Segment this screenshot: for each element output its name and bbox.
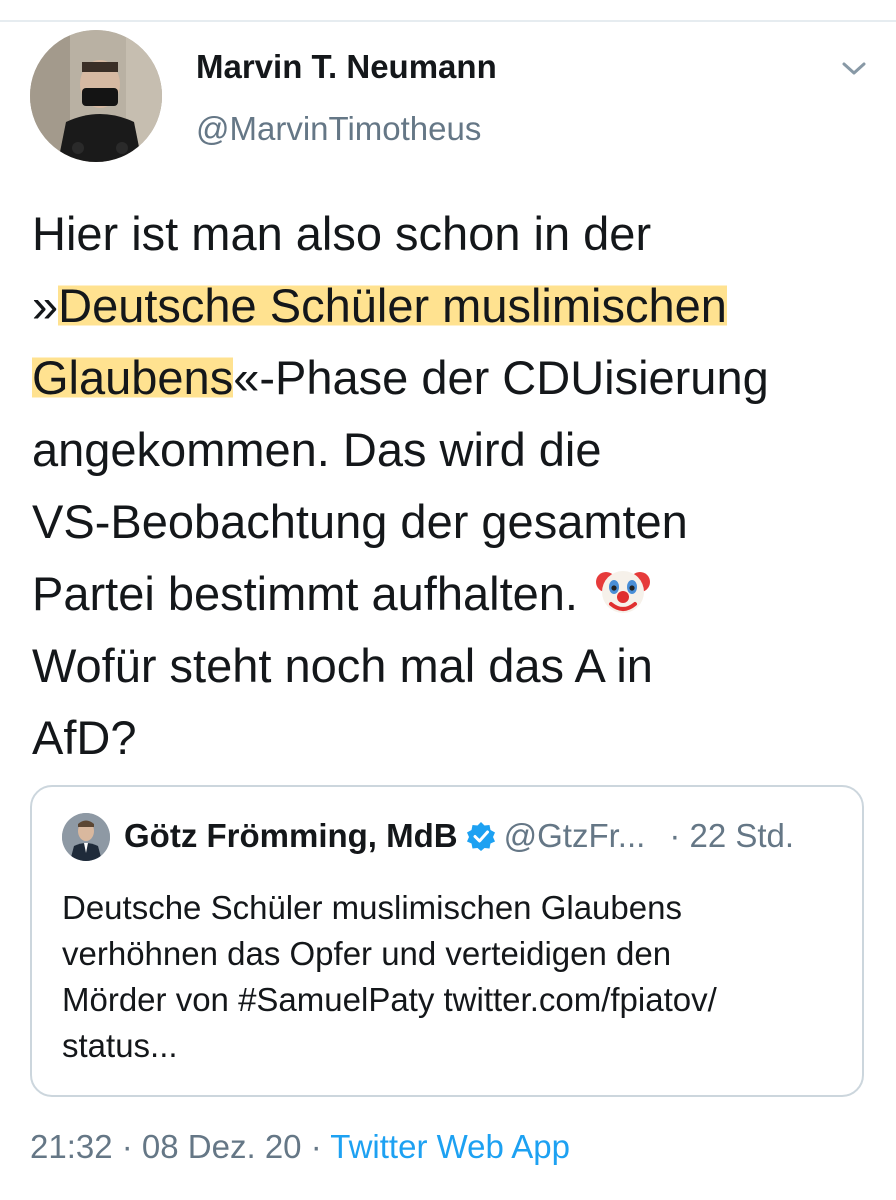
top-divider	[0, 20, 896, 22]
tweet-line: Hier ist man also schon in der	[32, 207, 652, 260]
tweet-line: AfD?	[32, 711, 137, 764]
clown-face-emoji-icon	[596, 571, 651, 613]
meta-separator: ·	[112, 1128, 142, 1165]
tweet-line: Glaubens«-Phase der CDUisierung	[32, 351, 769, 404]
author-handle[interactable]: @MarvinTimotheus	[196, 110, 481, 148]
quoted-author-handle[interactable]: @GtzFr...	[504, 817, 646, 855]
verified-badge-icon	[466, 822, 495, 851]
tweet-date[interactable]: 08 Dez. 20	[142, 1128, 302, 1165]
source-app-link[interactable]: Twitter Web App	[330, 1128, 570, 1165]
quoted-tweet-line: verhöhnen das Opfer und verteidigen den	[62, 935, 672, 972]
tweet-text: Hier ist man also schon in der »Deutsche…	[32, 198, 882, 774]
tweet-line: VS-Beobachtung der gesamten	[32, 495, 688, 548]
quoted-tweet-line: Mörder von #SamuelPaty twitter.com/fpiat…	[62, 981, 717, 1018]
quoted-tweet-line: Deutsche Schüler muslimischen Glaubens	[62, 889, 682, 926]
quoted-tweet-header: Götz Frömming, MdB @GtzFr... · 22 Std.	[124, 817, 794, 855]
quoted-tweet-line: status...	[62, 1027, 178, 1064]
quoted-author-avatar[interactable]	[62, 813, 110, 861]
avatar-photo-icon	[30, 30, 162, 162]
tweet-time[interactable]: 21:32	[30, 1128, 113, 1165]
tweet-line: angekommen. Das wird die	[32, 423, 602, 476]
quoted-tweet-text: Deutsche Schüler muslimischen Glaubens v…	[62, 885, 852, 1069]
tweet-line: Wofür steht noch mal das A in	[32, 639, 653, 692]
tweet-line: Partei bestimmt aufhalten.	[32, 558, 882, 630]
highlighted-phrase: Deutsche Schüler muslimischen	[58, 279, 727, 332]
chevron-down-icon	[842, 62, 866, 75]
tweet-line: »Deutsche Schüler muslimischen	[32, 279, 727, 332]
quoted-tweet-time[interactable]: · 22 Std.	[669, 817, 794, 855]
quoted-author-name[interactable]: Götz Frömming, MdB	[124, 817, 458, 855]
highlighted-phrase: Glaubens	[32, 351, 234, 404]
more-options-button[interactable]	[834, 52, 874, 86]
quoted-tweet-card[interactable]: Götz Frömming, MdB @GtzFr... · 22 Std. D…	[30, 785, 864, 1097]
avatar-photo-icon	[62, 813, 110, 861]
author-avatar[interactable]	[30, 30, 162, 162]
author-name[interactable]: Marvin T. Neumann	[196, 48, 497, 86]
tweet-metadata: 21:32 · 08 Dez. 20 · Twitter Web App	[30, 1128, 570, 1166]
meta-separator: ·	[301, 1128, 331, 1165]
